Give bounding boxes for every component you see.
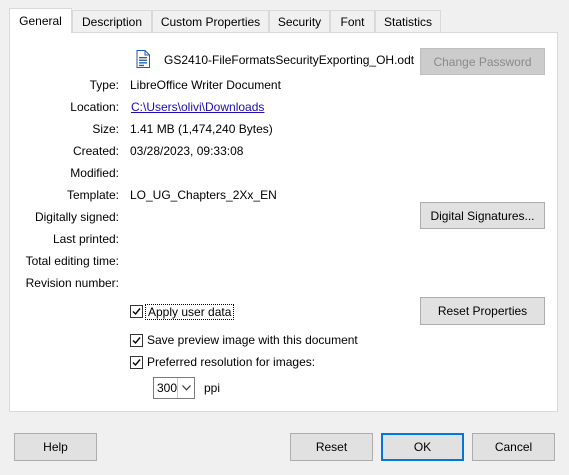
tab-label: Description (81, 14, 143, 29)
resolution-select[interactable]: 300 (153, 377, 195, 399)
tab-label: Custom Properties (160, 14, 261, 29)
modified-label: Modified: (70, 166, 119, 180)
size-label: Size: (92, 122, 119, 136)
type-value: LibreOffice Writer Document (130, 78, 281, 92)
tab-general[interactable]: General (9, 8, 72, 33)
cancel-button[interactable]: Cancel (472, 433, 555, 461)
apply-user-data-checkbox[interactable] (130, 305, 143, 318)
change-password-button[interactable]: Change Password (420, 48, 545, 75)
preferred-resolution-label[interactable]: Preferred resolution for images: (147, 355, 315, 369)
total-editing-time-label: Total editing time: (25, 254, 119, 268)
template-value: LO_UG_Chapters_2Xx_EN (130, 188, 277, 202)
checkmark-icon (132, 359, 141, 367)
checkmark-icon (132, 337, 141, 345)
last-printed-label: Last printed: (52, 232, 119, 246)
resolution-unit: ppi (204, 381, 221, 395)
digitally-signed-label: Digitally signed: (34, 210, 119, 224)
size-value: 1.41 MB (1,474,240 Bytes) (130, 122, 273, 136)
tab-label: General (19, 14, 62, 28)
preferred-resolution-checkbox[interactable] (130, 356, 143, 369)
tab-description[interactable]: Description (72, 10, 152, 32)
location-label: Location: (70, 100, 119, 114)
reset-button[interactable]: Reset (290, 433, 373, 461)
save-preview-checkbox[interactable] (130, 334, 143, 347)
file-name: GS2410-FileFormatsSecurityExporting_OH.o… (164, 53, 415, 67)
reset-properties-button[interactable]: Reset Properties (420, 297, 545, 325)
tab-label: Statistics (383, 14, 432, 29)
checkmark-icon (132, 308, 141, 316)
tab-custom-properties[interactable]: Custom Properties (152, 10, 269, 32)
resolution-value: 300 (157, 381, 178, 395)
tab-label: Security (277, 14, 322, 29)
writer-document-icon (136, 50, 150, 68)
template-label: Template: (66, 188, 119, 202)
chevron-down-icon[interactable] (177, 378, 194, 398)
created-value: 03/28/2023, 09:33:08 (130, 144, 244, 158)
ok-button[interactable]: OK (381, 433, 464, 461)
save-preview-label[interactable]: Save preview image with this document (147, 333, 358, 347)
location-link[interactable]: C:\Users\olivi\Downloads (131, 100, 264, 114)
tab-security[interactable]: Security (269, 10, 330, 32)
tab-label: Font (340, 14, 365, 29)
apply-user-data-label[interactable]: Apply user data (145, 304, 235, 320)
tab-statistics[interactable]: Statistics (375, 10, 441, 32)
tab-font[interactable]: Font (330, 10, 375, 32)
digital-signatures-button[interactable]: Digital Signatures... (420, 202, 545, 229)
type-label: Type: (89, 78, 119, 92)
revision-number-label: Revision number: (25, 276, 119, 290)
help-button[interactable]: Help (14, 433, 97, 461)
created-label: Created: (72, 144, 119, 158)
